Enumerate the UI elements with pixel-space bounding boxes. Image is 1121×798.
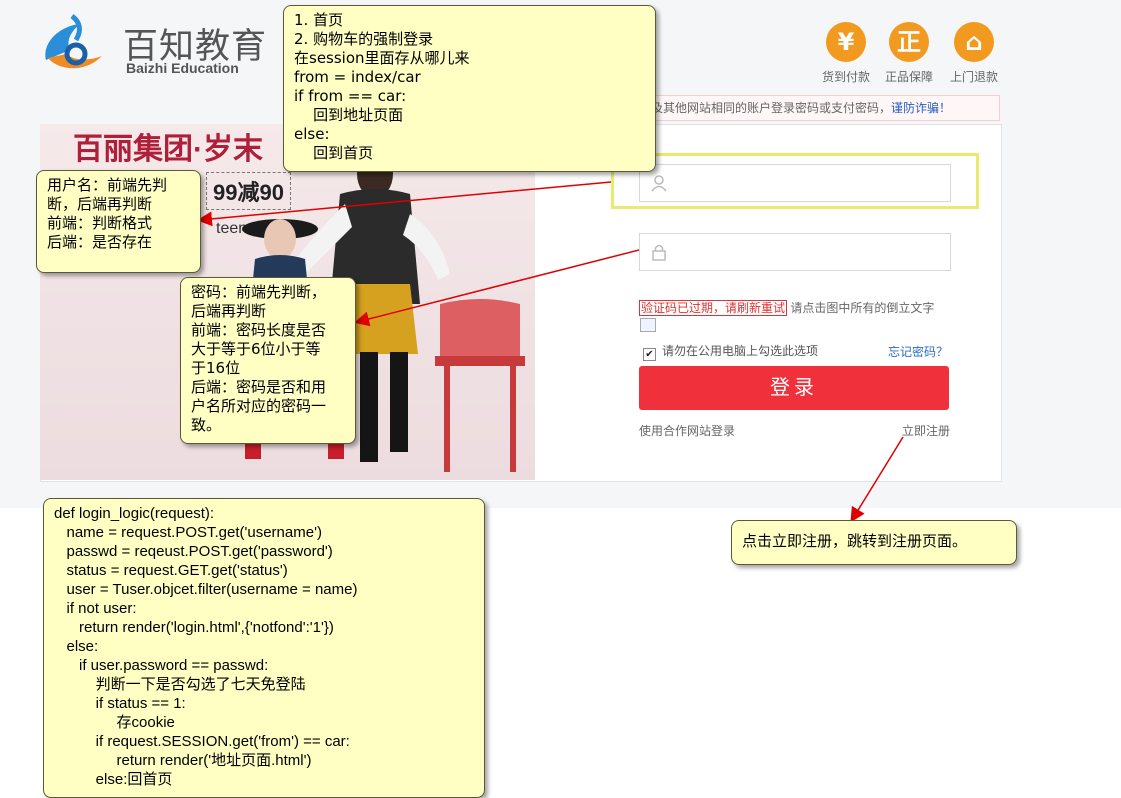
- captcha-image-icon[interactable]: [640, 318, 656, 332]
- badge-label: 货到付款: [821, 70, 870, 84]
- badge-label: 上门退款: [949, 70, 998, 84]
- remember-checkbox[interactable]: ✔: [643, 348, 656, 361]
- captcha-hint: 请点击图中所有的倒立文字: [790, 301, 935, 315]
- badge-genuine[interactable]: 正 正品保障: [874, 22, 944, 85]
- register-link[interactable]: 立即注册: [902, 422, 950, 439]
- genuine-icon: 正: [889, 22, 929, 62]
- badge-label: 正品保障: [884, 70, 933, 84]
- logo-text-en: Baizhi Education: [126, 60, 239, 76]
- yen-icon: ¥: [826, 22, 866, 62]
- username-highlight-box: [611, 153, 979, 209]
- security-warning: 及其他网站相同的账户登录密码或支付密码，谨防诈骗！: [650, 95, 1000, 121]
- return-icon: ⌂: [954, 22, 994, 62]
- lock-icon: [652, 244, 666, 261]
- note-redirect-logic: 1. 首页 2. 购物车的强制登录 在session里面存从哪儿来 from =…: [283, 5, 656, 172]
- partner-login-link[interactable]: 使用合作网站登录: [639, 422, 735, 439]
- captcha-message: 验证码已过期，请刷新重试 请点击图中所有的倒立文字: [639, 299, 934, 316]
- anti-fraud-link[interactable]: 谨防诈骗！: [891, 101, 951, 115]
- remember-label: 请勿在公用电脑上勾选此选项: [662, 344, 819, 358]
- note-register: 点击立即注册，跳转到注册页面。: [731, 520, 1017, 565]
- note-username-validation: 用户名：前端先判 断，后端再判断 前端：判断格式 后端：是否存在: [36, 170, 201, 273]
- forgot-password-link[interactable]: 忘记密码？: [888, 343, 948, 360]
- note-login-code: def login_logic(request): name = request…: [43, 498, 485, 798]
- login-button[interactable]: 登录: [639, 366, 949, 410]
- warning-text: 及其他网站相同的账户登录密码或支付密码，: [651, 101, 892, 115]
- captcha-error[interactable]: 验证码已过期，请刷新重试: [639, 300, 788, 316]
- badge-cod[interactable]: ¥ 货到付款: [811, 22, 881, 85]
- badge-return[interactable]: ⌂ 上门退款: [939, 22, 1009, 85]
- remember-option[interactable]: ✔ 请勿在公用电脑上勾选此选项: [643, 342, 818, 361]
- password-input[interactable]: [639, 233, 951, 271]
- note-password-validation: 密码：前端先判断， 后端再判断 前端：密码长度是否 大于等于6位小于等 于16位…: [180, 277, 356, 444]
